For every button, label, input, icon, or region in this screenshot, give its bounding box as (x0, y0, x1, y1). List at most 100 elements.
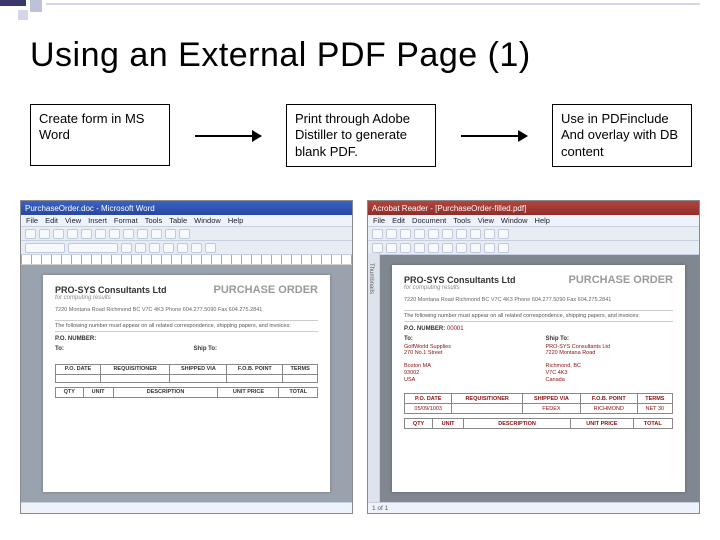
menu-item[interactable]: Help (535, 216, 550, 225)
company-name: PRO-SYS Consultants Ltd (55, 285, 167, 295)
menu-item[interactable]: View (478, 216, 494, 225)
toolbar-button[interactable] (498, 229, 509, 239)
menu-item[interactable]: Table (169, 216, 187, 225)
po-number-value: 00001 (447, 326, 464, 332)
th: UNIT PRICE (571, 419, 633, 429)
menu-item[interactable]: Insert (88, 216, 107, 225)
accent-square-small (30, 0, 42, 12)
menu-item[interactable]: View (65, 216, 81, 225)
reader-toolbar-1 (368, 227, 699, 241)
menu-item[interactable]: File (373, 216, 385, 225)
slide-title: Using an External PDF Page (1) (30, 36, 700, 75)
th: TOTAL (633, 419, 672, 429)
td: NET 30 (637, 404, 672, 414)
toolbar-button[interactable] (428, 229, 439, 239)
menu-item[interactable]: Document (412, 216, 446, 225)
th: REQUISITIONER (452, 394, 523, 404)
menu-item[interactable]: Tools (145, 216, 163, 225)
word-toolbar-1 (21, 227, 352, 241)
menu-item[interactable]: Format (114, 216, 138, 225)
toolbar-button[interactable] (456, 243, 467, 253)
toolbar-button[interactable] (177, 243, 188, 253)
po-number-line: P.O. NUMBER: 00001 (404, 326, 673, 332)
toolbar-button[interactable] (179, 229, 190, 239)
po-meta-table: P.O. DATE REQUISITIONER SHIPPED VIA F.O.… (55, 364, 318, 383)
arrow-1 (191, 104, 265, 168)
toolbar-button[interactable] (39, 229, 50, 239)
process-steps: Create form in MS Word Print through Ado… (30, 104, 692, 168)
toolbar-button[interactable] (121, 243, 132, 253)
address-columns: To: Ship To: (55, 346, 318, 354)
to-value: GolfWorld Supplies 270 No.1 Street Bosto… (404, 344, 532, 384)
toolbar-button[interactable] (109, 229, 120, 239)
menu-item[interactable]: Edit (392, 216, 405, 225)
word-toolbar-2 (21, 241, 352, 255)
word-window: PurchaseOrder.doc - Microsoft Word File … (20, 200, 353, 514)
toolbar-button[interactable] (163, 243, 174, 253)
toolbar-button[interactable] (25, 229, 36, 239)
toolbar-button[interactable] (191, 243, 202, 253)
menu-item[interactable]: Window (501, 216, 528, 225)
step-text: Create form in MS Word (39, 111, 144, 142)
toolbar-button[interactable] (53, 229, 64, 239)
po-meta-table: P.O. DATE REQUISITIONER SHIPPED VIA F.O.… (404, 393, 673, 414)
menu-item[interactable]: Tools (453, 216, 471, 225)
toolbar-button[interactable] (456, 229, 467, 239)
reader-menubar: File Edit Document Tools View Window Hel… (368, 215, 699, 227)
reader-toolbar-2 (368, 241, 699, 255)
toolbar-button[interactable] (81, 229, 92, 239)
toolbar-button[interactable] (123, 229, 134, 239)
toolbar-button[interactable] (484, 243, 495, 253)
toolbar-button[interactable] (414, 243, 425, 253)
toolbar-button[interactable] (428, 243, 439, 253)
toolbar-button[interactable] (67, 229, 78, 239)
reader-side-pane[interactable]: Thumbnails (368, 253, 380, 502)
toolbar-button[interactable] (386, 243, 397, 253)
toolbar-button[interactable] (137, 229, 148, 239)
step-text: Use in PDFinclude And overlay with DB co… (561, 111, 678, 159)
th: TERMS (637, 394, 672, 404)
toolbar-button[interactable] (470, 243, 481, 253)
po-number-line: P.O. NUMBER: (55, 336, 318, 342)
toolbar-button[interactable] (414, 229, 425, 239)
toolbar-button[interactable] (400, 243, 411, 253)
toolbar-button[interactable] (149, 243, 160, 253)
menu-item[interactable]: Window (194, 216, 221, 225)
toolbar-button[interactable] (442, 243, 453, 253)
word-statusbar (21, 502, 352, 513)
po-items-table: QTY UNIT DESCRIPTION UNIT PRICE TOTAL (404, 418, 673, 429)
shipto-value: PRO-SYS Consultants Ltd 7220 Montana Roa… (546, 344, 674, 384)
font-dropdown[interactable] (68, 243, 118, 253)
side-tab[interactable]: Thumbnails (368, 263, 374, 294)
toolbar-button[interactable] (372, 243, 383, 253)
menu-item[interactable]: Edit (45, 216, 58, 225)
toolbar-button[interactable] (400, 229, 411, 239)
td (452, 404, 523, 414)
th: SHIPPED VIA (170, 364, 227, 374)
toolbar-button[interactable] (95, 229, 106, 239)
toolbar-button[interactable] (498, 243, 509, 253)
th: F.O.B. POINT (580, 394, 637, 404)
reader-page: PRO-SYS Consultants Ltd for computing re… (392, 265, 685, 492)
th: P.O. DATE (405, 394, 452, 404)
toolbar-button[interactable] (484, 229, 495, 239)
style-dropdown[interactable] (25, 243, 65, 253)
toolbar-button[interactable] (135, 243, 146, 253)
toolbar-button[interactable] (442, 229, 453, 239)
td: RICHMOND (580, 404, 637, 414)
shipto-label: Ship To: (546, 336, 674, 342)
th: UNIT (83, 387, 113, 397)
accent-line (46, 3, 700, 5)
address-columns: To:GolfWorld Supplies 270 No.1 Street Bo… (404, 336, 673, 384)
reader-window: Acrobat Reader - [PurchaseOrder-filled.p… (367, 200, 700, 514)
toolbar-button[interactable] (372, 229, 383, 239)
menu-item[interactable]: Help (228, 216, 243, 225)
note-text: The following number must appear on all … (55, 320, 318, 332)
toolbar-button[interactable] (470, 229, 481, 239)
toolbar-button[interactable] (151, 229, 162, 239)
toolbar-button[interactable] (205, 243, 216, 253)
menu-item[interactable]: File (26, 216, 38, 225)
toolbar-button[interactable] (165, 229, 176, 239)
toolbar-button[interactable] (386, 229, 397, 239)
note-text: The following number must appear on all … (404, 310, 673, 322)
